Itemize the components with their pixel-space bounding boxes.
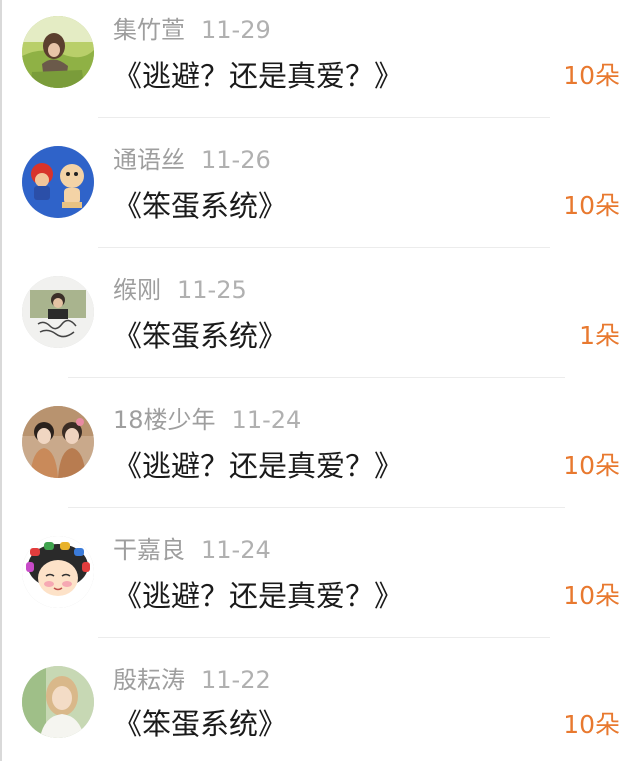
avatar[interactable] [22, 276, 94, 348]
gift-date: 11-26 [201, 146, 271, 174]
sender-name[interactable]: 集竹萱 [113, 16, 185, 44]
row-divider [98, 247, 550, 248]
list-item[interactable]: 集竹萱 11-29 《逃避？还是真爱？》 10朵 [0, 0, 640, 130]
sender-name[interactable]: 干嘉良 [113, 536, 185, 564]
book-title[interactable]: 《逃避？还是真爱？》 [113, 55, 403, 97]
gift-date: 11-24 [201, 536, 271, 564]
sender-name[interactable]: 通语丝 [113, 146, 185, 174]
list-item[interactable]: 干嘉良 11-24 《逃避？还是真爱？》 10朵 [0, 520, 640, 650]
gift-date: 11-22 [201, 666, 271, 694]
gift-date: 11-29 [201, 16, 271, 44]
list-item[interactable]: 通语丝 11-26 《笨蛋系统》 10朵 [0, 130, 640, 260]
cartoon-characters-icon [22, 146, 94, 218]
boy-photo-with-signature-icon [22, 276, 94, 348]
gift-date: 11-25 [177, 276, 247, 304]
sender-meta: 18楼少年 11-24 [113, 403, 301, 437]
flower-count: 10朵 [563, 581, 620, 610]
row-divider [68, 507, 565, 508]
cartoon-girl-hair-curlers-icon [22, 536, 94, 608]
sender-name[interactable]: 缑刚 [113, 276, 161, 304]
gift-record-list: 集竹萱 11-29 《逃避？还是真爱？》 10朵 通语丝 11-26 《笨蛋系统》 … [0, 0, 640, 761]
two-boys-photo-icon [22, 406, 94, 478]
flower-count: 1朵 [579, 321, 620, 350]
sender-meta: 集竹萱 11-29 [113, 13, 271, 47]
sender-meta: 干嘉良 11-24 [113, 533, 271, 567]
flower-count: 10朵 [563, 61, 620, 90]
flower-count: 10朵 [563, 451, 620, 480]
gift-date: 11-24 [231, 406, 302, 434]
flower-count: 10朵 [563, 191, 620, 220]
sender-name[interactable]: 殷耘涛 [113, 666, 185, 694]
sender-meta: 通语丝 11-26 [113, 143, 271, 177]
avatar[interactable] [22, 146, 94, 218]
list-item[interactable]: 缑刚 11-25 《笨蛋系统》 1朵 [0, 260, 640, 390]
sender-meta: 缑刚 11-25 [113, 273, 247, 307]
avatar[interactable] [22, 16, 94, 88]
girl-portrait-photo-icon [22, 666, 94, 738]
book-title[interactable]: 《逃避？还是真爱？》 [113, 445, 403, 487]
row-divider [98, 117, 550, 118]
book-title[interactable]: 《逃避？还是真爱？》 [113, 575, 403, 617]
row-divider [68, 377, 565, 378]
book-title[interactable]: 《笨蛋系统》 [113, 315, 287, 357]
sender-meta: 殷耘涛 11-22 [113, 663, 271, 697]
row-divider [98, 637, 550, 638]
flower-count: 10朵 [563, 710, 620, 739]
book-title[interactable]: 《笨蛋系统》 [113, 185, 287, 227]
avatar[interactable] [22, 666, 94, 738]
sender-name[interactable]: 18楼少年 [113, 406, 216, 434]
book-title[interactable]: 《笨蛋系统》 [113, 703, 287, 745]
avatar[interactable] [22, 536, 94, 608]
girl-in-grass-photo-icon [22, 16, 94, 88]
list-item[interactable]: 18楼少年 11-24 《逃避？还是真爱？》 10朵 [0, 390, 640, 520]
avatar[interactable] [22, 406, 94, 478]
